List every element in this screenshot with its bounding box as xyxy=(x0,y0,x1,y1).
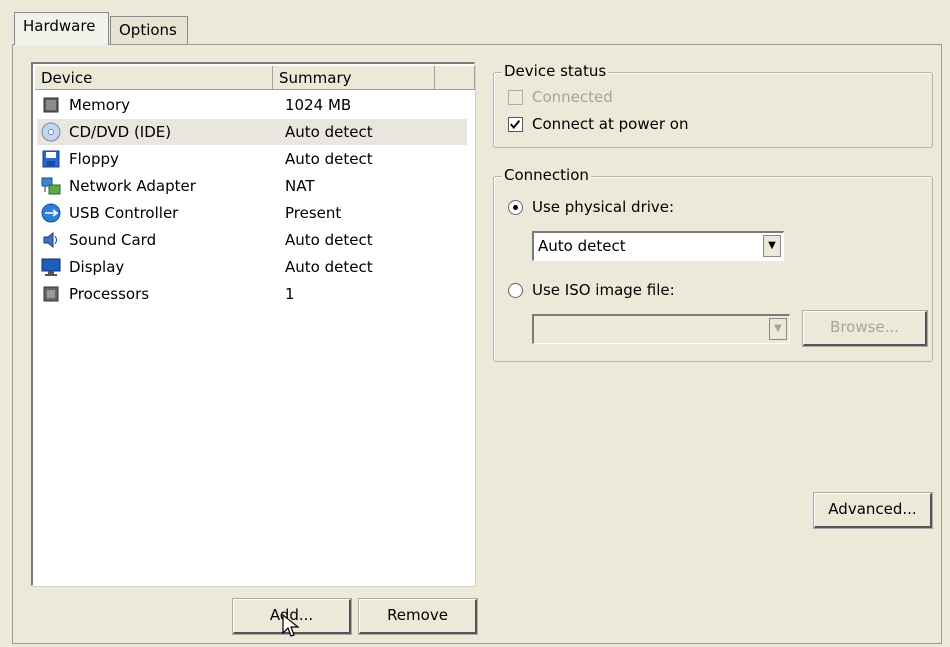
column-header-summary[interactable]: Summary xyxy=(273,66,435,90)
connect-at-power-on-checkbox[interactable] xyxy=(508,117,523,132)
connected-checkbox[interactable] xyxy=(508,90,523,105)
tab-hardware-label: Hardware xyxy=(23,17,96,35)
column-header-spacer xyxy=(435,66,475,90)
device-list[interactable]: Device Summary Memory 1024 MB CD/DVD (ID… xyxy=(31,62,475,586)
device-summary: Auto detect xyxy=(285,150,373,168)
remove-button[interactable]: Remove xyxy=(359,599,477,634)
advanced-button[interactable]: Advanced... xyxy=(814,493,932,528)
floppy-icon xyxy=(42,150,60,168)
device-name: Floppy xyxy=(69,150,119,168)
device-summary: 1 xyxy=(285,285,295,303)
column-header-device[interactable]: Device xyxy=(35,66,273,90)
device-name: USB Controller xyxy=(69,204,179,222)
browse-button[interactable]: Browse... xyxy=(803,311,927,346)
tab-hardware[interactable]: Hardware xyxy=(14,12,109,45)
use-physical-drive-radio[interactable] xyxy=(508,200,523,215)
use-iso-image-label: Use ISO image file: xyxy=(532,281,675,299)
display-icon xyxy=(41,258,61,276)
chevron-down-icon[interactable]: ▼ xyxy=(763,235,781,257)
device-summary: 1024 MB xyxy=(285,96,352,114)
radio-selected-dot xyxy=(513,205,518,210)
tab-options[interactable]: Options xyxy=(110,16,188,44)
device-row-display[interactable]: Display Auto detect xyxy=(37,254,467,280)
cd-dvd-icon xyxy=(41,122,61,142)
connection-title: Connection xyxy=(502,166,591,184)
device-row-memory[interactable]: Memory 1024 MB xyxy=(37,92,467,118)
device-status-group xyxy=(493,72,933,148)
device-name: Network Adapter xyxy=(69,177,196,195)
physical-drive-select[interactable]: Auto detect ▼ xyxy=(532,231,784,261)
memory-icon xyxy=(43,97,59,113)
checkmark-icon xyxy=(510,119,521,130)
device-row-usb-controller[interactable]: USB Controller Present xyxy=(37,200,467,226)
device-row-sound-card[interactable]: Sound Card Auto detect xyxy=(37,227,467,253)
mouse-cursor-icon xyxy=(282,613,300,637)
device-row-processors[interactable]: Processors 1 xyxy=(37,281,467,307)
device-summary: Present xyxy=(285,204,342,222)
device-summary: Auto detect xyxy=(285,231,373,249)
iso-image-select[interactable]: ▼ xyxy=(532,314,790,344)
use-iso-image-radio[interactable] xyxy=(508,283,523,298)
sound-card-icon xyxy=(43,231,57,249)
device-name: Processors xyxy=(69,285,150,303)
device-name: Memory xyxy=(69,96,131,114)
device-name: CD/DVD (IDE) xyxy=(69,123,172,141)
device-summary: NAT xyxy=(285,177,315,195)
device-status-title: Device status xyxy=(502,62,609,80)
usb-icon xyxy=(41,203,61,223)
network-adapter-icon xyxy=(41,177,61,195)
connected-label: Connected xyxy=(532,88,613,106)
device-list-header: Device Summary xyxy=(35,66,475,90)
device-summary: Auto detect xyxy=(285,258,373,276)
use-physical-drive-label: Use physical drive: xyxy=(532,198,675,216)
device-row-cd-dvd[interactable]: CD/DVD (IDE) Auto detect xyxy=(37,119,467,145)
processor-icon xyxy=(43,286,59,302)
connect-at-power-on-label: Connect at power on xyxy=(532,115,689,133)
device-name: Sound Card xyxy=(69,231,157,249)
device-summary: Auto detect xyxy=(285,123,373,141)
tab-options-label: Options xyxy=(119,21,177,39)
chevron-down-icon[interactable]: ▼ xyxy=(769,318,787,340)
device-row-network-adapter[interactable]: Network Adapter NAT xyxy=(37,173,467,199)
physical-drive-value: Auto detect xyxy=(538,237,626,255)
device-name: Display xyxy=(69,258,125,276)
device-row-floppy[interactable]: Floppy Auto detect xyxy=(37,146,467,172)
